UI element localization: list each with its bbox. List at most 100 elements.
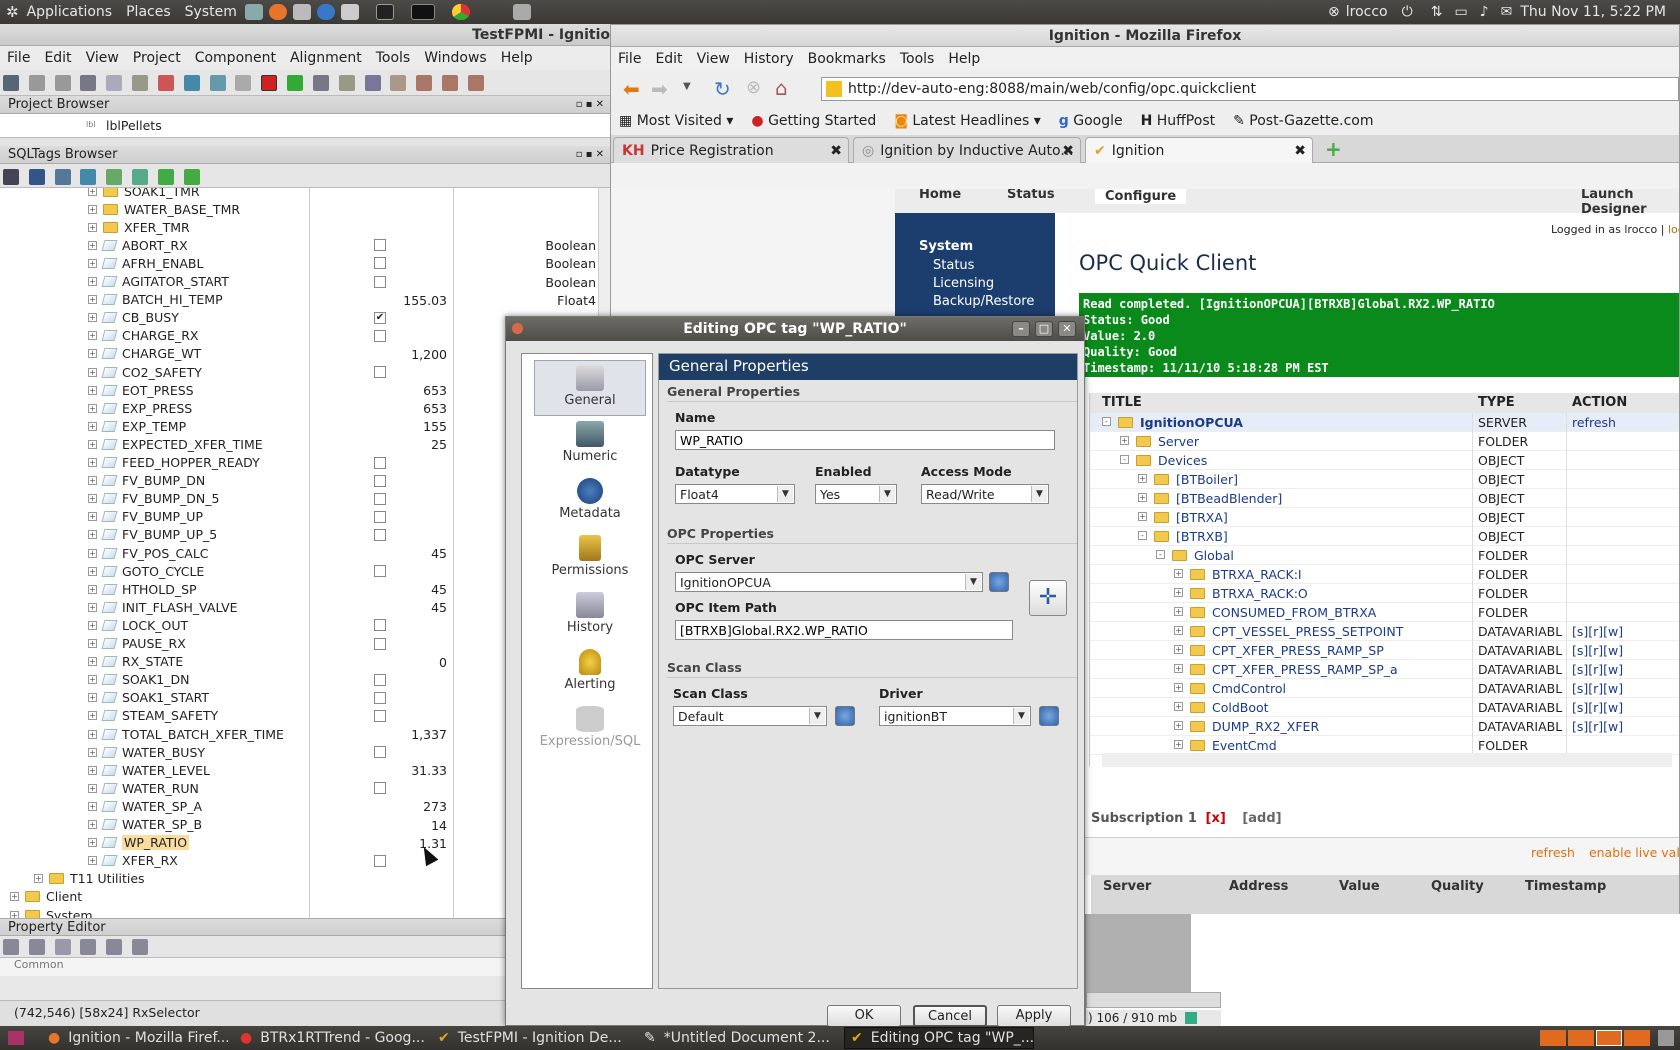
ff-menu-help[interactable]: Help bbox=[948, 51, 980, 67]
logout-link[interactable]: log bbox=[1668, 223, 1679, 236]
expand-icon[interactable]: + bbox=[88, 476, 97, 486]
expand-icon[interactable]: + bbox=[88, 331, 97, 341]
designer-title[interactable]: TestFPMI - Ignitio bbox=[0, 24, 610, 46]
side-nav-licensing[interactable]: Licensing bbox=[933, 276, 1055, 291]
enable-live-values[interactable]: enable live valu bbox=[1589, 845, 1679, 860]
reload-icon[interactable]: ↻ bbox=[714, 77, 731, 101]
table-icon[interactable] bbox=[80, 169, 97, 185]
tag-row[interactable]: + SOAK1_DN bbox=[88, 671, 189, 689]
subscription-refresh[interactable]: refresh bbox=[1531, 845, 1575, 860]
menu-view[interactable]: View bbox=[86, 50, 119, 66]
nav-status[interactable]: Status bbox=[1007, 189, 1055, 202]
menu-component[interactable]: Component bbox=[195, 50, 276, 66]
expand-icon[interactable]: + bbox=[88, 494, 97, 504]
expand-icon[interactable]: + bbox=[34, 874, 43, 884]
opc-table-row[interactable]: - IgnitionOPCUA SERVER refresh bbox=[1090, 413, 1679, 432]
expand-icon[interactable]: + bbox=[88, 765, 97, 775]
opc-table-row[interactable]: + CPT_XFER_PRESS_RAMP_SP_a DATAVARIABL [s][… bbox=[1090, 660, 1679, 679]
tag-row[interactable]: + CHARGE_WT bbox=[88, 345, 201, 363]
tag-row[interactable]: + TOTAL_BATCH_XFER_TIME bbox=[88, 725, 284, 743]
opc-node-action[interactable]: [s][r][w] bbox=[1572, 700, 1623, 715]
menu-tools[interactable]: Tools bbox=[376, 50, 411, 66]
ff-menu-bookmarks[interactable]: Bookmarks bbox=[808, 51, 886, 67]
opc-table-row[interactable]: + CPT_VESSEL_PRESS_SETPOINT DATAVARIABL [s]… bbox=[1090, 622, 1679, 641]
dialog-titlebar[interactable]: Editing OPC tag "WP_RATIO" – □ ✕ bbox=[506, 317, 1084, 341]
bookmark-getting-started[interactable]: ● Getting Started bbox=[751, 113, 876, 129]
align-center-icon[interactable] bbox=[442, 75, 459, 91]
minimize-icon[interactable]: – bbox=[1012, 321, 1030, 337]
customizer-icon[interactable] bbox=[54, 939, 71, 955]
expand-icon[interactable]: - bbox=[1102, 417, 1111, 426]
tag-value-checkbox[interactable]: ✔ bbox=[374, 311, 386, 324]
save-icon[interactable] bbox=[3, 75, 19, 91]
opc-node-name[interactable]: Devices bbox=[1158, 453, 1207, 468]
expand-icon[interactable]: + bbox=[88, 548, 97, 558]
opc-server-select[interactable]: IgnitionOPCUA ▼ bbox=[675, 572, 983, 592]
expand-icon[interactable]: + bbox=[88, 277, 97, 286]
expand-icon[interactable]: + bbox=[88, 838, 97, 848]
tag-value-checkbox[interactable] bbox=[374, 329, 386, 342]
chrome-launcher-icon[interactable] bbox=[451, 4, 470, 20]
expand-icon[interactable]: + bbox=[1138, 493, 1147, 502]
tag-row[interactable]: + FV_BUMP_DN bbox=[88, 472, 205, 490]
cut-icon[interactable] bbox=[80, 75, 97, 91]
new-tab-icon[interactable]: + bbox=[1325, 137, 1342, 161]
group-icon[interactable] bbox=[235, 75, 252, 91]
workspace-3-icon[interactable] bbox=[1596, 1030, 1622, 1046]
tag-row[interactable]: + WATER_BASE_TMR bbox=[88, 200, 240, 218]
nav-launch-designer[interactable]: Launch Designer bbox=[1581, 189, 1679, 217]
tree-root-item[interactable]: + System bbox=[10, 906, 93, 918]
expand-icon[interactable]: + bbox=[88, 639, 97, 648]
bind-icon[interactable] bbox=[80, 939, 97, 955]
dialog-menu-icon[interactable] bbox=[512, 323, 523, 334]
tag-value-checkbox[interactable] bbox=[374, 239, 386, 252]
expand-icon[interactable]: + bbox=[88, 367, 97, 377]
expand-icon[interactable]: + bbox=[1120, 436, 1129, 445]
expand-icon[interactable]: + bbox=[1174, 569, 1183, 578]
tag-row[interactable]: + INIT_FLASH_VALVE bbox=[88, 598, 238, 616]
tag-row[interactable]: + WATER_LEVEL bbox=[88, 761, 210, 779]
opc-node-action[interactable]: [s][r][w] bbox=[1572, 681, 1623, 696]
copy-icon[interactable] bbox=[106, 75, 123, 91]
nav-home[interactable]: Home bbox=[919, 189, 961, 202]
mail-icon[interactable]: ✉ bbox=[1501, 4, 1513, 20]
panel-controls-icon[interactable]: ▫ ▪ ✕ bbox=[576, 99, 604, 110]
home-icon[interactable]: ⌂ bbox=[775, 76, 788, 100]
opc-table-row[interactable]: + CONSUMED_FROM_BTRXA FOLDER bbox=[1090, 603, 1679, 622]
ff-menu-edit[interactable]: Edit bbox=[655, 51, 682, 67]
history-dropdown-icon[interactable]: ▼ bbox=[683, 81, 691, 92]
apply-button[interactable]: Apply bbox=[997, 1005, 1071, 1027]
power-icon[interactable]: ⏻ bbox=[1402, 4, 1413, 20]
lock-icon[interactable] bbox=[338, 75, 355, 91]
tag-row[interactable]: + AFRH_ENABL bbox=[88, 254, 203, 272]
stop-load-icon[interactable]: ⊗ bbox=[746, 77, 761, 98]
launcher-people-icon[interactable] bbox=[244, 4, 263, 20]
expand-icon[interactable]: + bbox=[88, 675, 97, 685]
tag-row[interactable]: + FV_BUMP_UP_5 bbox=[88, 526, 217, 544]
tab-close-icon[interactable]: ✖ bbox=[1062, 143, 1074, 159]
applications-menu[interactable]: Applications bbox=[27, 4, 113, 20]
network-launcher-icon[interactable] bbox=[512, 4, 531, 20]
opc-node-name[interactable]: [BTBoiler] bbox=[1176, 472, 1238, 487]
panel-controls-icon[interactable]: ▫ ▪ ✕ bbox=[576, 149, 604, 160]
expand-icon[interactable]: + bbox=[88, 204, 97, 214]
options-icon[interactable] bbox=[132, 939, 149, 955]
stop-icon[interactable] bbox=[261, 75, 278, 91]
scan-class-select[interactable]: Default ▼ bbox=[673, 706, 827, 726]
expand-icon[interactable]: + bbox=[88, 584, 97, 594]
tag-row[interactable]: + WATER_SP_B bbox=[88, 816, 202, 834]
opc-table-row[interactable]: + DUMP_RX2_XFER DATAVARIABL [s][r][w] bbox=[1090, 717, 1679, 736]
opc-node-name[interactable]: ColdBoot bbox=[1212, 700, 1269, 715]
url-bar[interactable]: http://dev-auto-eng:8088/main/web/config… bbox=[821, 77, 1679, 101]
horizontal-scrollbar[interactable] bbox=[1086, 992, 1221, 1008]
close-session-icon[interactable]: ⊗ bbox=[1328, 4, 1340, 20]
align-left-icon[interactable] bbox=[416, 75, 433, 91]
opc-node-name[interactable]: CPT_XFER_PRESS_RAMP_SP bbox=[1212, 643, 1384, 658]
undo-icon[interactable] bbox=[28, 75, 45, 91]
close-icon[interactable]: ✕ bbox=[1058, 321, 1076, 337]
expand-icon[interactable]: + bbox=[88, 349, 97, 359]
cancel-button[interactable]: Cancel bbox=[913, 1005, 987, 1027]
expand-icon[interactable]: + bbox=[88, 801, 97, 811]
settings-icon[interactable] bbox=[312, 75, 329, 91]
network-icon[interactable]: ⇅ bbox=[1431, 4, 1443, 20]
